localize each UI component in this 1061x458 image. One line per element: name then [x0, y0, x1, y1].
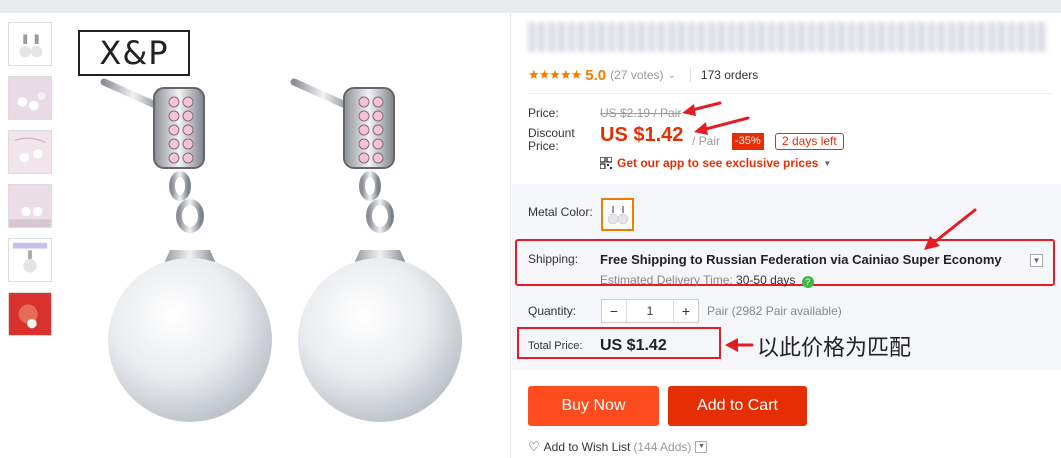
add-to-cart-button[interactable]: Add to Cart	[668, 386, 807, 426]
column-divider	[510, 13, 511, 458]
wish-adds-count: (144 Adds)	[633, 440, 692, 454]
caret-down-icon: ▼	[823, 158, 832, 168]
app-promo-text: Get our app to see exclusive prices	[617, 156, 819, 170]
arrowhead-old-price	[682, 104, 696, 116]
eta-label: Estimated Delivery Time:	[600, 273, 733, 287]
app-promo-link[interactable]: Get our app to see exclusive prices ▼	[600, 156, 831, 170]
pearl-earrings-illustration	[100, 78, 462, 422]
orders-count: 173 orders	[700, 68, 759, 82]
wish-list-link[interactable]: ♡ Add to Wish List (144 Adds) ▼	[528, 439, 708, 455]
increase-button[interactable]: +	[674, 300, 698, 322]
thumbnail-4[interactable]	[8, 184, 52, 228]
arrow-old-price	[686, 101, 722, 113]
days-left-badge: 2 days left	[775, 133, 844, 150]
main-product-image[interactable]	[62, 18, 504, 458]
thumbnail-1[interactable]	[8, 22, 52, 66]
original-price: US $2.19 / Pair	[600, 106, 682, 120]
top-strip	[0, 0, 1061, 13]
discount-price-label: Discount Price:	[528, 126, 575, 153]
rating-stars-icon: ★★★★★	[528, 67, 582, 82]
discount-price: US $1.42	[600, 124, 684, 146]
shipping-dropdown-icon[interactable]: ▼	[1030, 254, 1043, 267]
total-price-label: Total Price:	[528, 340, 583, 352]
decrease-button[interactable]: −	[602, 300, 626, 322]
quantity-label: Quantity:	[528, 304, 577, 318]
chevron-down-icon[interactable]: ⌄	[668, 70, 676, 81]
thumbnail-3[interactable]	[8, 130, 52, 174]
help-icon[interactable]: ?	[801, 276, 814, 288]
arrow-discount-price	[700, 116, 750, 132]
quantity-stepper: − 1 +	[601, 299, 699, 323]
brand-logo: X&P	[78, 30, 190, 76]
eta-value: 30-50 days	[736, 273, 796, 287]
wish-dropdown-icon[interactable]: ▼	[695, 441, 708, 453]
shipping-method[interactable]: Free Shipping to Russian Federation via …	[600, 252, 1002, 267]
total-price-value: US $1.42	[600, 337, 667, 354]
buy-now-button[interactable]: Buy Now	[528, 386, 659, 426]
delivery-estimate: Estimated Delivery Time: 30-50 days ?	[600, 273, 814, 288]
rating-separator	[689, 68, 691, 82]
earring-swatch-icon	[603, 200, 632, 229]
product-title-blurred	[528, 22, 1048, 52]
thumbnail-6[interactable]	[8, 292, 52, 336]
available-stock: Pair (2982 Pair available)	[707, 304, 842, 318]
votes-link[interactable]: (27 votes)	[610, 68, 663, 82]
price-label: Price:	[528, 106, 559, 120]
rating-divider	[528, 93, 1053, 94]
price-unit: / Pair	[692, 134, 721, 148]
rating-value: 5.0	[585, 66, 607, 84]
qr-code-icon	[600, 157, 612, 169]
rating-row: ★★★★★ 5.0 (27 votes) ⌄ 173 orders	[528, 66, 758, 84]
wish-list-label: Add to Wish List	[543, 440, 631, 454]
thumbnail-2[interactable]	[8, 76, 52, 120]
shipping-label: Shipping:	[528, 252, 579, 266]
heart-plus-icon: ♡	[528, 439, 540, 454]
quantity-input[interactable]: 1	[626, 300, 674, 322]
thumbnail-5[interactable]	[8, 238, 52, 282]
annotation-note: 以此价格为匹配	[757, 336, 912, 361]
metal-color-label: Metal Color:	[528, 205, 593, 219]
metal-color-swatch[interactable]	[601, 198, 634, 231]
discount-badge: -35%	[732, 133, 764, 150]
